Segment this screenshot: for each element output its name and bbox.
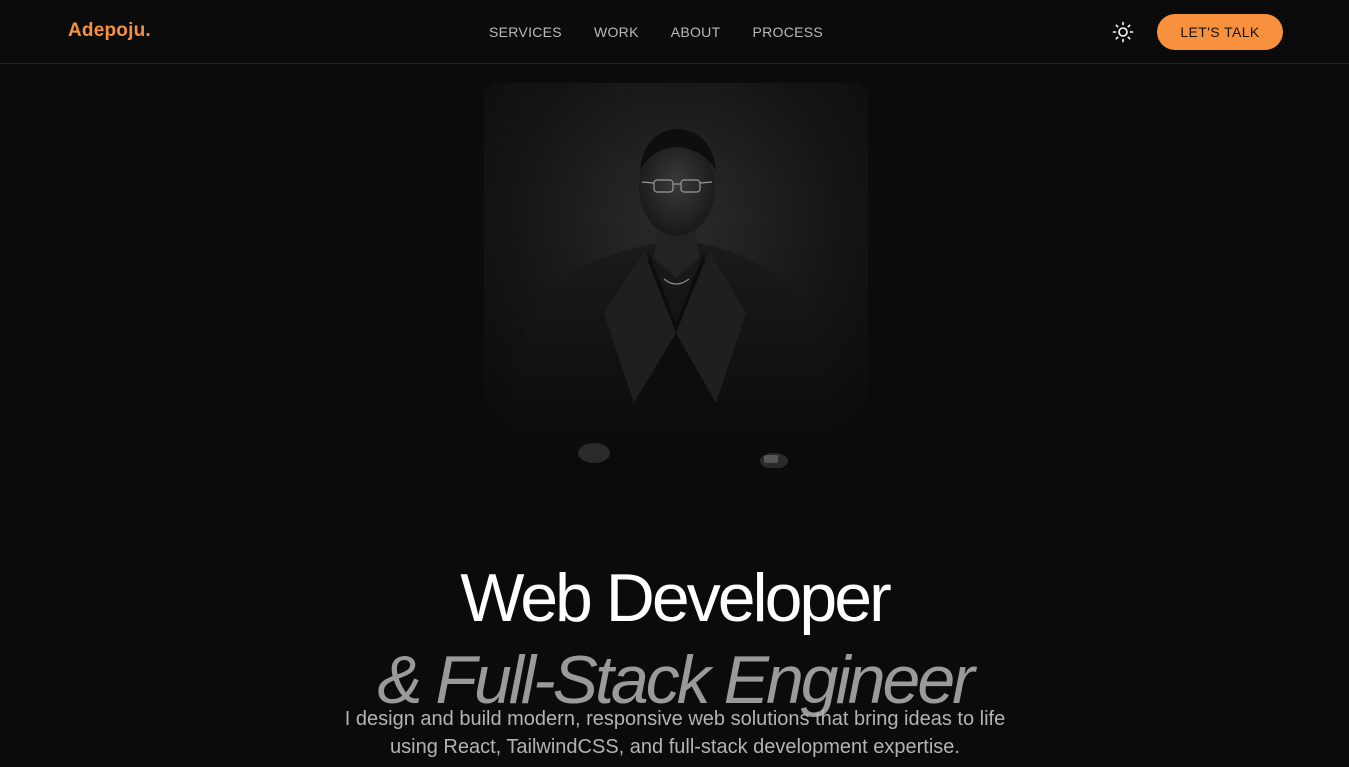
nav-item-work[interactable]: WORK [594, 24, 639, 40]
portrait-photo [484, 83, 868, 468]
site-logo[interactable]: Adepoju. [68, 20, 151, 42]
hero-title: Web Developer [460, 559, 891, 636]
hero-description: I design and build modern, responsive we… [344, 708, 1006, 758]
site-header: Adepoju. SERVICES WORK ABOUT PROCESS LET… [0, 0, 1349, 64]
sun-icon [1112, 21, 1134, 43]
nav-item-process[interactable]: PROCESS [752, 24, 823, 40]
lets-talk-button[interactable]: LET'S TALK [1157, 14, 1283, 50]
nav-item-services[interactable]: SERVICES [489, 24, 562, 40]
nav-item-about[interactable]: ABOUT [671, 24, 721, 40]
main-nav: SERVICES WORK ABOUT PROCESS [489, 24, 823, 40]
theme-toggle-button[interactable] [1112, 21, 1134, 43]
